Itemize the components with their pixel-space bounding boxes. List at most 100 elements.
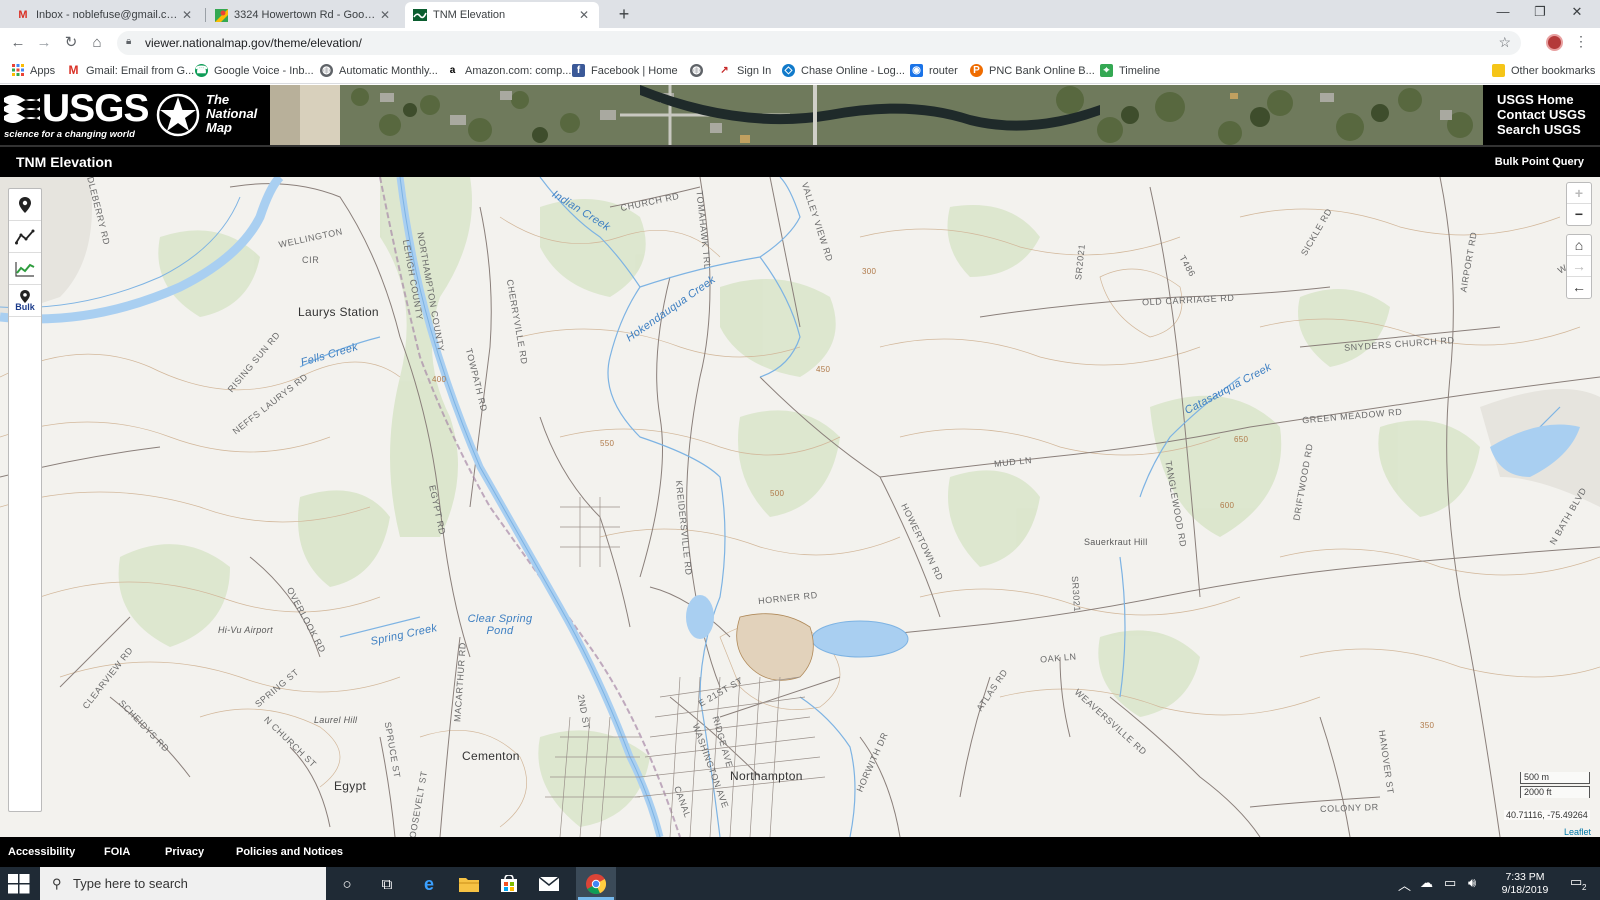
bookmark-apps[interactable]: Apps bbox=[11, 64, 55, 77]
bookmark-label: Facebook | Home bbox=[591, 64, 678, 77]
facebook-icon: f bbox=[572, 64, 585, 77]
back-icon[interactable]: ← bbox=[7, 33, 29, 53]
bookmark-label: Automatic Monthly... bbox=[339, 64, 438, 77]
accessibility-link[interactable]: Accessibility bbox=[8, 846, 75, 858]
tnm-word: Map bbox=[206, 120, 232, 135]
bookmark-globe[interactable]: ◍ bbox=[690, 64, 709, 77]
store-icon[interactable] bbox=[498, 873, 520, 895]
tab-google-maps[interactable]: 3324 Howertown Rd - Google Maps ✕ bbox=[206, 2, 400, 28]
kebab-menu-icon[interactable]: ⋮ bbox=[1574, 33, 1588, 50]
bookmark-amazon[interactable]: a Amazon.com: comp... bbox=[446, 64, 572, 77]
close-icon[interactable]: ✕ bbox=[577, 8, 591, 22]
sign-in-icon: ↗ bbox=[720, 65, 729, 76]
place-label: Northampton bbox=[730, 769, 803, 783]
amazon-icon: a bbox=[449, 65, 456, 76]
usgs-tagline: science for a changing world bbox=[4, 129, 135, 140]
action-center-icon[interactable]: ▭ bbox=[1570, 874, 1582, 890]
new-tab-button[interactable]: + bbox=[614, 4, 634, 25]
bookmark-label: Chase Online - Log... bbox=[801, 64, 905, 77]
window-close-icon[interactable]: ✕ bbox=[1562, 4, 1592, 20]
globe-icon: ◍ bbox=[690, 64, 703, 77]
usgs-wordmark: USGS bbox=[42, 87, 150, 130]
place-label: Laurys Station bbox=[298, 305, 379, 319]
clock-date: 9/18/2019 bbox=[1501, 884, 1549, 896]
foia-link[interactable]: FOIA bbox=[104, 846, 130, 858]
next-extent-button[interactable]: → bbox=[1567, 256, 1591, 277]
close-icon[interactable]: ✕ bbox=[180, 8, 194, 22]
leaflet-attribution-link[interactable]: Leaflet bbox=[1564, 827, 1591, 837]
bookmark-automatic-monthly[interactable]: ◍ Automatic Monthly... bbox=[320, 64, 438, 77]
usgs-logo[interactable]: USGS science for a changing world bbox=[4, 88, 150, 142]
app-title-bar: TNM Elevation Bulk Point Query bbox=[0, 145, 1600, 177]
chrome-icon[interactable] bbox=[585, 873, 607, 895]
coordinate-readout: 40.71116, -75.49264 bbox=[1504, 810, 1590, 820]
usgs-tnm-icon bbox=[413, 9, 427, 21]
zoom-out-button[interactable]: − bbox=[1567, 204, 1591, 225]
topo-basemap bbox=[0, 177, 1600, 837]
bookmark-router[interactable]: ◉ router bbox=[910, 64, 958, 77]
taskbar-clock[interactable]: 7:33 PM 9/18/2019 bbox=[1496, 871, 1554, 897]
privacy-link[interactable]: Privacy bbox=[165, 846, 204, 858]
lock-icon: 🔒︎ bbox=[126, 36, 132, 47]
taskbar-search-placeholder: Type here to search bbox=[73, 876, 188, 891]
home-extent-button[interactable]: ⌂ bbox=[1567, 235, 1591, 256]
task-view-icon[interactable]: ⧉ bbox=[376, 873, 398, 895]
taskbar-search-box[interactable]: ⚲ Type here to search bbox=[40, 867, 326, 900]
reload-icon[interactable]: ↻ bbox=[60, 33, 82, 53]
elevation-label: 550 bbox=[600, 439, 615, 448]
url-text[interactable]: viewer.nationalmap.gov/theme/elevation/ bbox=[145, 36, 362, 50]
restore-icon[interactable]: ❐ bbox=[1525, 4, 1555, 20]
bookmark-label: Amazon.com: comp... bbox=[465, 64, 572, 77]
tab-gmail[interactable]: M Inbox - noblefuse@gmail.com - Gmail ✕ bbox=[8, 2, 202, 28]
bulk-tool[interactable]: Bulk bbox=[9, 285, 41, 317]
app-title: TNM Elevation bbox=[16, 154, 113, 170]
bookmark-facebook[interactable]: f Facebook | Home bbox=[572, 64, 678, 77]
tray-overflow-icon[interactable]: ︿ bbox=[1398, 875, 1411, 894]
bookmark-google-voice[interactable]: ☎ Google Voice - Inb... bbox=[195, 64, 314, 77]
bookmark-label: Sign In bbox=[737, 64, 772, 77]
bookmark-timeline[interactable]: ⌖ Timeline bbox=[1100, 64, 1160, 77]
folder-icon bbox=[1492, 64, 1505, 77]
cortana-icon[interactable]: ○ bbox=[336, 873, 358, 895]
file-explorer-icon[interactable] bbox=[458, 873, 480, 895]
previous-extent-button[interactable]: ← bbox=[1567, 277, 1591, 298]
bookmark-star-icon[interactable]: ☆ bbox=[1498, 34, 1511, 51]
usgs-links: USGS Home Contact USGS Search USGS bbox=[1497, 92, 1586, 137]
home-icon: ⌂ bbox=[1574, 237, 1584, 253]
edge-icon[interactable]: e bbox=[418, 873, 440, 895]
home-icon[interactable]: ⌂ bbox=[86, 33, 108, 53]
profile-avatar[interactable] bbox=[1546, 34, 1563, 51]
bookmarks-bar: Apps M Gmail: Email from G... ☎ Google V… bbox=[0, 58, 1600, 84]
onedrive-icon[interactable]: ☁ bbox=[1420, 875, 1433, 891]
line-profile-icon bbox=[15, 229, 35, 244]
place-label: Hi-Vu Airport bbox=[218, 625, 273, 635]
search-usgs-link[interactable]: Search USGS bbox=[1497, 122, 1586, 137]
bulk-point-query-link[interactable]: Bulk Point Query bbox=[1495, 156, 1584, 168]
scale-imperial: 2000 ft bbox=[1520, 786, 1590, 798]
zoom-in-button[interactable]: + bbox=[1567, 183, 1591, 204]
point-tool[interactable] bbox=[9, 189, 41, 221]
pnc-icon: P bbox=[970, 64, 983, 77]
minimize-icon[interactable]: — bbox=[1488, 4, 1518, 19]
network-icon[interactable]: ▭ bbox=[1444, 875, 1456, 891]
close-icon[interactable]: ✕ bbox=[378, 8, 392, 22]
usgs-home-link[interactable]: USGS Home bbox=[1497, 92, 1586, 107]
profile-tool[interactable] bbox=[9, 221, 41, 253]
bookmark-chase[interactable]: ◇ Chase Online - Log... bbox=[782, 64, 905, 77]
bookmark-pnc[interactable]: P PNC Bank Online B... bbox=[970, 64, 1095, 77]
windows-start-icon[interactable] bbox=[8, 874, 30, 894]
bulk-tool-label: Bulk bbox=[15, 301, 35, 312]
address-bar[interactable]: 🔒︎ viewer.nationalmap.gov/theme/elevatio… bbox=[117, 31, 1521, 55]
tab-tnm-elevation[interactable]: TNM Elevation ✕ bbox=[405, 2, 599, 28]
national-map-logo[interactable]: The National Map bbox=[156, 91, 266, 141]
elevation-chart-tool[interactable] bbox=[9, 253, 41, 285]
contact-usgs-link[interactable]: Contact USGS bbox=[1497, 107, 1586, 122]
bookmark-sign-in[interactable]: ↗ Sign In bbox=[718, 64, 771, 77]
topographic-map[interactable]: Laurys Station Cementon Northampton Egyp… bbox=[0, 177, 1600, 837]
mail-icon[interactable] bbox=[538, 873, 560, 895]
other-bookmarks[interactable]: Other bookmarks bbox=[1492, 64, 1595, 77]
volume-icon[interactable]: 🔊︎ bbox=[1468, 875, 1476, 891]
bookmark-gmail[interactable]: M Gmail: Email from G... bbox=[67, 64, 195, 77]
policies-link[interactable]: Policies and Notices bbox=[236, 846, 343, 858]
forward-icon[interactable]: → bbox=[33, 33, 55, 53]
